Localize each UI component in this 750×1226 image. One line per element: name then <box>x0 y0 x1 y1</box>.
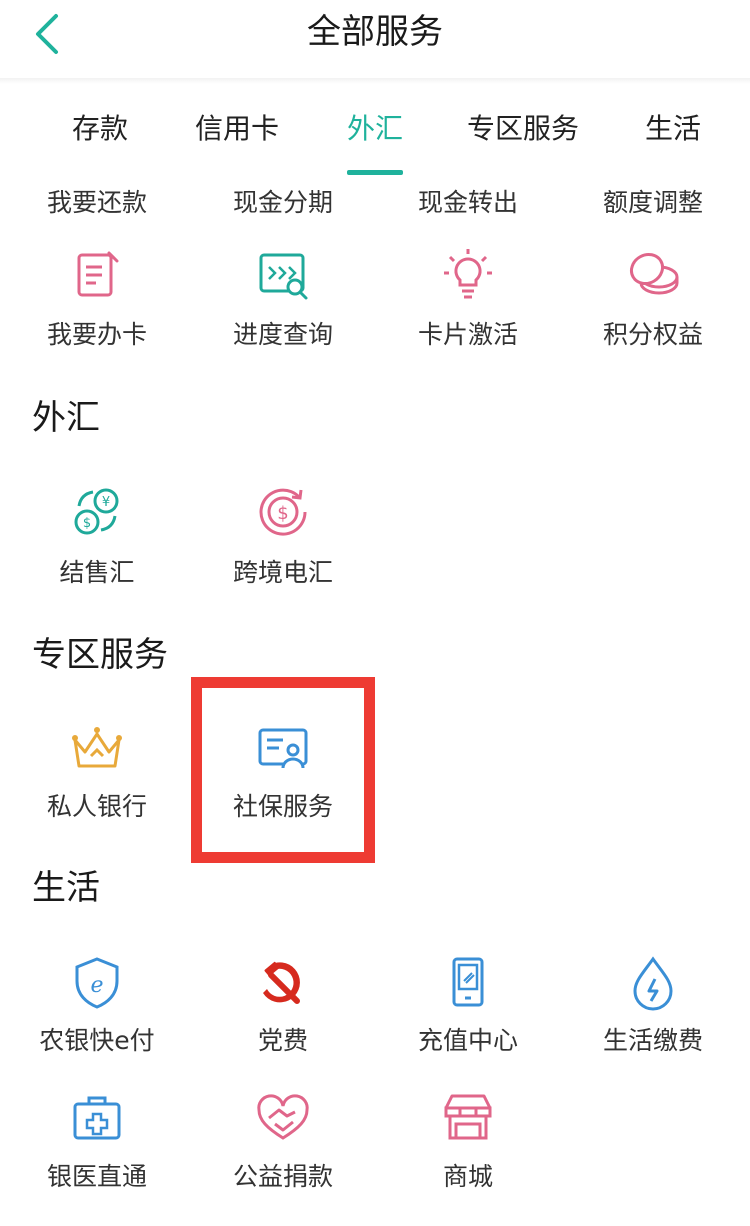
lightbulb-icon[interactable] <box>440 247 496 303</box>
special-section-title: 专区服务 <box>32 635 168 675</box>
svg-text:¥: ¥ <box>102 495 110 510</box>
progress-query-label[interactable]: 进度查询 <box>198 318 368 352</box>
life-section-title: 生活 <box>32 868 100 908</box>
tab-credit-card[interactable]: 信用卡 <box>195 109 279 149</box>
installment-item[interactable]: 现金分期 <box>198 186 368 220</box>
recharge-center-label[interactable]: 充值中心 <box>383 1024 553 1058</box>
hospital-link-label[interactable]: 银医直通 <box>12 1160 182 1194</box>
currency-exchange-icon[interactable]: ¥ $ <box>69 484 125 540</box>
cash-transfer-item[interactable]: 现金转出 <box>383 186 553 220</box>
charity-donation-label[interactable]: 公益捐款 <box>198 1160 368 1194</box>
forex-section-title: 外汇 <box>32 398 100 438</box>
header: 全部服务 <box>0 0 750 80</box>
e-shield-icon[interactable]: e <box>69 955 125 1011</box>
apply-card-icon[interactable] <box>69 247 125 303</box>
utility-pay-label[interactable]: 生活缴费 <box>568 1024 738 1058</box>
crown-icon[interactable] <box>69 720 125 776</box>
dollar-transfer-icon[interactable]: $ <box>255 484 311 540</box>
active-tab-indicator <box>347 170 403 175</box>
repay-item[interactable]: 我要还款 <box>12 186 182 220</box>
mall-label[interactable]: 商城 <box>383 1160 553 1194</box>
page-title: 全部服务 <box>307 12 443 52</box>
progress-query-icon[interactable] <box>255 247 311 303</box>
tab-life[interactable]: 生活 <box>645 109 701 149</box>
medical-kit-icon[interactable] <box>69 1090 125 1146</box>
tab-deposit[interactable]: 存款 <box>72 109 128 149</box>
private-banking-label[interactable]: 私人银行 <box>12 790 182 824</box>
card-activate-label[interactable]: 卡片激活 <box>383 318 553 352</box>
quick-pay-label[interactable]: 农银快e付 <box>12 1024 182 1058</box>
svg-text:$: $ <box>83 516 91 531</box>
hammer-sickle-icon[interactable] <box>255 955 311 1011</box>
cross-border-wire-label[interactable]: 跨境电汇 <box>198 556 368 590</box>
apply-card-label[interactable]: 我要办卡 <box>12 318 182 352</box>
shop-icon[interactable] <box>440 1090 496 1146</box>
highlight-box <box>191 677 375 863</box>
tab-forex[interactable]: 外汇 <box>347 109 403 149</box>
header-divider <box>0 78 750 84</box>
fx-exchange-label[interactable]: 结售汇 <box>12 556 182 590</box>
tab-special-services[interactable]: 专区服务 <box>467 109 579 149</box>
phone-icon[interactable] <box>440 955 496 1011</box>
limit-adjust-item[interactable]: 额度调整 <box>568 186 738 220</box>
points-rights-label[interactable]: 积分权益 <box>568 318 738 352</box>
svg-text:e: e <box>90 973 103 998</box>
heart-hand-icon[interactable] <box>255 1090 311 1146</box>
party-fee-label[interactable]: 党费 <box>198 1024 368 1058</box>
water-drop-icon[interactable] <box>625 955 681 1011</box>
category-tabs: 存款 信用卡 外汇 专区服务 生活 <box>0 95 750 180</box>
svg-text:$: $ <box>277 503 288 524</box>
coins-icon[interactable] <box>625 247 681 303</box>
